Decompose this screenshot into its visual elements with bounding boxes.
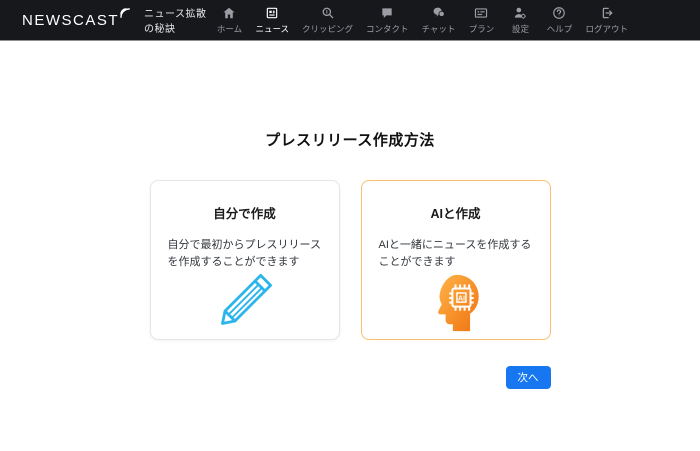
newscast-logo[interactable]: NEWSCAST: [22, 12, 130, 29]
nav-label: ログアウト: [585, 23, 628, 35]
nav-label: チャット: [422, 23, 456, 35]
ai-head-icon: AI: [427, 271, 485, 335]
nav-label: プラン: [469, 23, 495, 35]
card-title: AIと作成: [430, 203, 480, 222]
news-icon: [265, 6, 279, 20]
user-gear-icon: [513, 6, 527, 20]
home-icon: [222, 6, 236, 20]
nav-label: ホーム: [217, 23, 242, 35]
brand: NEWSCAST ニュース拡散の秘訣: [22, 5, 214, 35]
chat-icon: [432, 6, 446, 20]
nav-item-settings[interactable]: 設定: [505, 6, 535, 35]
creation-method-cards: 自分で作成 自分で最初からプレスリリースを作成することができます AIと作成 A…: [150, 180, 551, 340]
main-content: プレスリリース作成方法 自分で作成 自分で最初からプレスリリースを作成することが…: [0, 41, 700, 389]
broadcast-signal-icon: [120, 8, 130, 18]
help-icon: [552, 6, 566, 20]
message-icon: [380, 6, 394, 20]
card-create-with-ai[interactable]: AIと作成 AIと一緒にニュースを作成することができます: [361, 180, 551, 340]
actions-row: 次へ: [150, 366, 551, 389]
nav-item-logout[interactable]: ログアウト: [583, 6, 630, 35]
svg-text:AI: AI: [457, 294, 464, 303]
nav-label: コンタクト: [366, 23, 409, 35]
plan-card-icon: [474, 6, 488, 20]
nav-label: ニュース: [255, 23, 289, 35]
nav-item-contact[interactable]: コンタクト: [364, 6, 411, 35]
search-icon: [321, 6, 335, 20]
card-create-yourself[interactable]: 自分で作成 自分で最初からプレスリリースを作成することができます: [150, 180, 340, 340]
brand-tagline: ニュース拡散の秘訣: [144, 5, 214, 35]
nav-label: ヘルプ: [547, 23, 573, 35]
pencil-icon: [215, 271, 275, 331]
nav-item-news[interactable]: ニュース: [253, 6, 291, 35]
logout-icon: [600, 6, 614, 20]
nav-label: 設定: [512, 23, 529, 35]
nav-item-home[interactable]: ホーム: [214, 6, 244, 35]
next-button[interactable]: 次へ: [506, 366, 551, 389]
nav-label: クリッピング: [302, 23, 353, 35]
nav-item-plan[interactable]: プラン: [466, 6, 496, 35]
main-navigation: ホーム ニュース クリッピン: [214, 6, 630, 35]
logo-text: NEWSCAST: [22, 12, 119, 29]
page-title: プレスリリース作成方法: [0, 129, 700, 150]
top-navbar: NEWSCAST ニュース拡散の秘訣 ホーム: [0, 0, 700, 41]
card-description: AIと一緒にニュースを作成することができます: [362, 237, 550, 271]
nav-item-chat[interactable]: チャット: [420, 6, 458, 35]
nav-item-clipping[interactable]: クリッピング: [300, 6, 355, 35]
card-title: 自分で作成: [213, 203, 276, 222]
nav-item-help[interactable]: ヘルプ: [544, 6, 574, 35]
card-description: 自分で最初からプレスリリースを作成することができます: [151, 237, 339, 271]
